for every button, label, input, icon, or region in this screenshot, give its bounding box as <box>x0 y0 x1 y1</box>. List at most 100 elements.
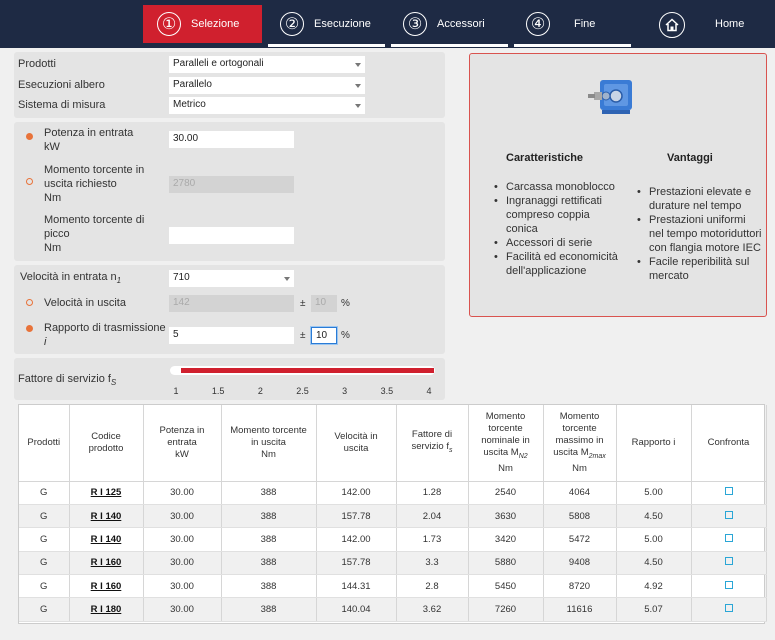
cell-m2max: 9408 <box>543 551 617 576</box>
velocita-uscita-tolerance-input[interactable]: 10 <box>311 295 337 312</box>
rapporto-tolerance-input[interactable]: 10 <box>311 327 337 344</box>
chevron-down-icon <box>355 63 361 67</box>
sistema-select[interactable]: Metrico <box>169 97 365 114</box>
step-4-label: Fine <box>574 18 596 30</box>
cell-potenza: 30.00 <box>143 481 222 505</box>
vantaggi-title: Vantaggi <box>667 152 713 164</box>
cell-velocita: 142.00 <box>316 481 397 505</box>
esecuzioni-select[interactable]: Parallelo <box>169 77 365 94</box>
momento-radio[interactable] <box>26 178 33 185</box>
product-code-link[interactable]: R I 140 <box>69 527 144 552</box>
cell-momento: 388 <box>221 527 317 552</box>
step-fine[interactable]: ④ Fine <box>514 5 633 43</box>
cell-prodotti: G <box>19 574 70 599</box>
velocita-uscita-percent: % <box>341 298 350 309</box>
cell-potenza: 30.00 <box>143 527 222 552</box>
cell-potenza: 30.00 <box>143 597 222 622</box>
col-fattore-line1: Fattore di <box>411 428 453 440</box>
col-rapporto: Rapporto i <box>616 405 692 482</box>
potenza-radio[interactable] <box>26 133 33 140</box>
results-table: Prodotti Codice prodotto Potenza in entrat… <box>18 404 767 624</box>
picco-label-line3: Nm <box>44 242 62 254</box>
table-row: G R I 160 30.00 388 144.31 2.8 5450 8720… <box>19 574 767 599</box>
cell-confronta <box>691 574 767 599</box>
step-1-number: ① <box>157 12 181 36</box>
gearbox-image <box>588 80 632 114</box>
product-code-link[interactable]: R I 180 <box>69 597 144 622</box>
col-fattore-line2: servizio fs <box>399 441 466 457</box>
col-m2max-text: uscita M <box>553 446 589 458</box>
compare-checkbox[interactable] <box>724 533 733 542</box>
picco-label-line1: Momento torcente di <box>44 214 145 226</box>
velocita-entrata-select[interactable]: 710 <box>169 270 294 287</box>
prodotti-select[interactable]: Paralleli e ortogonali <box>169 56 365 73</box>
col-mn2: Momento torcente nominale in uscita MN2 Nm <box>468 405 544 482</box>
col-m2max-line5: Nm <box>572 462 587 474</box>
step-2-underline <box>268 44 385 47</box>
col-codice-line1: Codice <box>91 430 121 442</box>
cell-fattore: 1.73 <box>396 527 469 552</box>
momento-label: Momento torcente in uscita richiesto Nm <box>44 163 144 205</box>
col-mn2-line1: Momento <box>485 410 526 422</box>
cell-m2max: 5808 <box>543 504 617 529</box>
compare-checkbox[interactable] <box>724 487 733 496</box>
home-button[interactable]: Home <box>715 5 744 43</box>
col-confronta: Confronta <box>691 405 767 482</box>
cell-velocita: 144.31 <box>316 574 397 599</box>
potenza-label: Potenza in entrata kW <box>44 126 133 154</box>
cell-velocita: 142.00 <box>316 527 397 552</box>
momento-input[interactable]: 2780 <box>169 176 294 193</box>
potenza-label-line1: Potenza in entrata <box>44 127 134 139</box>
col-m2max-line2: torcente <box>562 422 597 434</box>
caratteristiche-item: Facilità ed economicità dell'applicazion… <box>494 250 619 278</box>
compare-checkbox[interactable] <box>724 510 733 519</box>
velocita-uscita-radio[interactable] <box>26 299 33 306</box>
velocita-uscita-plusminus: ± <box>300 298 306 309</box>
step-selezione[interactable]: ① Selezione <box>143 5 262 43</box>
prodotti-label: Prodotti <box>18 58 56 70</box>
product-code-link[interactable]: R I 160 <box>69 574 144 599</box>
slider-tick-label: 3 <box>342 386 348 396</box>
table-row: G R I 140 30.00 388 157.78 2.04 3630 580… <box>19 504 767 529</box>
compare-checkbox[interactable] <box>724 604 733 613</box>
col-codice: Codice prodotto <box>69 405 144 482</box>
velocita-entrata-sub: 1 <box>116 276 122 286</box>
cell-fattore: 1.28 <box>396 481 469 505</box>
service-factor-slider-fill[interactable] <box>181 368 434 373</box>
col-mn2-line2: torcente <box>488 422 523 434</box>
velocita-uscita-input[interactable]: 142 <box>169 295 294 312</box>
caratteristiche-item: Ingranaggi rettificati compreso coppia c… <box>494 194 619 236</box>
col-velocita-line1: Velocità in <box>334 430 378 442</box>
cell-mn2: 7260 <box>468 597 544 622</box>
fattore-label: Fattore di servizio fS <box>18 373 116 387</box>
rapporto-input[interactable]: 5 <box>169 327 294 344</box>
potenza-input[interactable]: 30.00 <box>169 131 294 148</box>
compare-checkbox[interactable] <box>724 580 733 589</box>
slider-tick-label: 2.5 <box>296 386 309 396</box>
step-1-label: Selezione <box>191 18 240 30</box>
momento-label-line3: Nm <box>44 192 62 204</box>
compare-checkbox[interactable] <box>724 557 733 566</box>
fattore-label-text: Fattore di servizio f <box>18 373 111 385</box>
fattore-label-sub: S <box>110 378 117 388</box>
rapporto-plusminus: ± <box>300 330 306 341</box>
velocita-entrata-label: Velocità in entrata n1 <box>20 271 121 285</box>
rapporto-radio[interactable] <box>26 325 33 332</box>
step-esecuzione[interactable]: ② Esecuzione <box>268 5 387 43</box>
col-mn2-sub: N2 <box>518 452 528 460</box>
cell-fattore: 2.8 <box>396 574 469 599</box>
home-icon[interactable] <box>659 12 685 38</box>
step-3-number: ③ <box>403 12 427 36</box>
cell-prodotti: G <box>19 504 70 529</box>
cell-confronta <box>691 551 767 576</box>
cell-prodotti: G <box>19 481 70 505</box>
slider-tick-label: 2 <box>257 386 263 396</box>
picco-input[interactable] <box>169 227 294 244</box>
picco-label-line2: picco <box>44 228 70 240</box>
step-4-underline <box>514 44 631 47</box>
product-code-link[interactable]: R I 160 <box>69 551 144 576</box>
product-code-link[interactable]: R I 140 <box>69 504 144 529</box>
product-code-link[interactable]: R I 125 <box>69 481 144 505</box>
col-velocita: Velocità in uscita <box>316 405 397 482</box>
step-accessori[interactable]: ③ Accessori <box>391 5 510 43</box>
